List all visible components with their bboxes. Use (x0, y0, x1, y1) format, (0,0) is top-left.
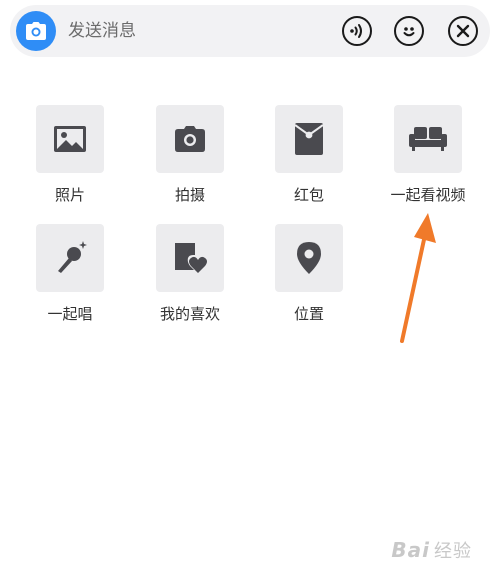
action-label-location: 位置 (293, 305, 324, 323)
action-label-my-favorites: 我的喜欢 (159, 305, 220, 323)
message-input[interactable]: 发送消息 (68, 19, 136, 43)
watermark-suffix: 经验 (434, 541, 472, 562)
red-envelope-button[interactable] (275, 105, 343, 173)
location-button[interactable] (275, 224, 343, 292)
emoji-icon[interactable] (394, 16, 424, 46)
close-icon[interactable] (448, 16, 478, 46)
watermark-brand: Bai (391, 538, 430, 562)
action-label-shoot: 拍摄 (174, 186, 205, 204)
action-label-sing-together: 一起唱 (47, 305, 93, 323)
camera-icon (175, 126, 205, 152)
message-input-bar: 发送消息 (10, 5, 490, 57)
camera-icon (26, 22, 46, 40)
photo-button[interactable] (36, 105, 104, 173)
sofa-icon (409, 127, 447, 151)
baidu-watermark: Bai 经验 (391, 537, 472, 563)
my-favorites-button[interactable] (156, 224, 224, 292)
annotation-arrow (400, 213, 436, 343)
camera-button[interactable] (16, 11, 56, 51)
action-label-red-envelope: 红包 (293, 186, 324, 204)
action-label-watch-together: 一起看视频 (390, 186, 466, 204)
shoot-button[interactable] (156, 105, 224, 173)
action-label-photo: 照片 (54, 186, 85, 204)
red-envelope-icon (294, 123, 324, 155)
favorite-icon (175, 243, 207, 273)
watch-together-button[interactable] (394, 105, 462, 173)
sing-together-button[interactable] (36, 224, 104, 292)
location-pin-icon (297, 242, 321, 274)
photo-icon (54, 126, 86, 152)
microphone-icon (58, 241, 87, 273)
voice-icon[interactable] (342, 16, 372, 46)
